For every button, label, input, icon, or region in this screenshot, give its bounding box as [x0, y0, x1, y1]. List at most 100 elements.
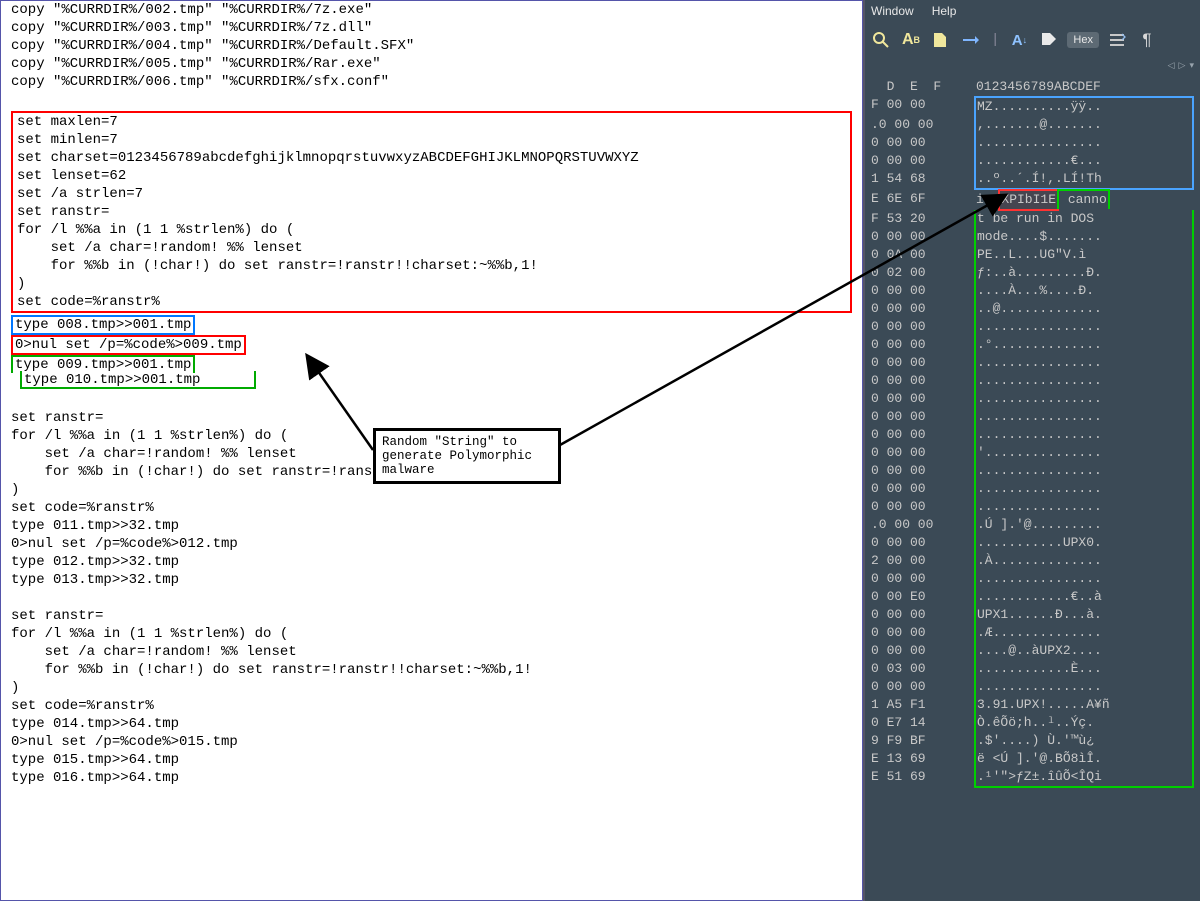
hex-row: 0 00 00............€... [865, 152, 1196, 170]
hex-ascii: ................ [970, 462, 1196, 480]
hex-row: 0 00 00....À...%....Ð. [865, 282, 1196, 300]
code-line: set lenset=62 [17, 167, 846, 185]
code-line: set code=%ranstr% [11, 499, 852, 517]
hex-row: 0 00 00..@............. [865, 300, 1196, 318]
hex-row: 0 03 00............È... [865, 660, 1196, 678]
tab-dropdown-icon[interactable]: ▾ [1189, 60, 1194, 71]
list-icon[interactable] [1105, 28, 1129, 52]
hex-bytes: 0 00 00 [865, 462, 970, 480]
hex-bytes: 0 00 00 [865, 300, 970, 318]
hex-row: F 00 00MZ..........ÿÿ.. [865, 96, 1196, 116]
code-line: ) [11, 679, 852, 697]
hex-bytes: 0 00 00 [865, 134, 970, 152]
code-line: for /l %%a in (1 1 %strlen%) do ( [17, 221, 846, 239]
goto-icon[interactable] [959, 28, 983, 52]
hex-bytes: 1 54 68 [865, 170, 970, 190]
hex-row: 1 54 68..º..´.Í!,.LÍ!Th [865, 170, 1196, 190]
set-code-line: 0>nul set /p=%code%>009.tmp [11, 335, 246, 355]
hex-ascii: ................ [970, 498, 1196, 516]
hex-row: 0 00 00....@..àUPX2.... [865, 642, 1196, 660]
code-line: 0>nul set /p=%code%>015.tmp [11, 733, 852, 751]
hex-header: D E F 0123456789ABCDEF [865, 78, 1196, 96]
code-line: ) [17, 275, 846, 293]
hex-bytes: .0 00 00 [865, 516, 970, 534]
hex-bytes: .0 00 00 [865, 116, 970, 134]
hex-ascii: ............€... [970, 152, 1196, 170]
hex-ascii: ................ [970, 134, 1196, 152]
find-replace-icon[interactable]: AB [899, 28, 923, 52]
search-icon[interactable] [869, 28, 893, 52]
hex-bytes: E 13 69 [865, 750, 970, 768]
hex-content: D E F 0123456789ABCDEF F 00 00MZ........… [865, 72, 1200, 788]
hex-bytes: 0 00 00 [865, 228, 970, 246]
hex-bytes: 0 00 00 [865, 152, 970, 170]
hex-ascii: UPX1......Ð...à. [970, 606, 1196, 624]
hex-ascii: 3.91.UPX!.....A¥ñ [970, 696, 1196, 714]
hex-row: .0 00 00,.......@....... [865, 116, 1196, 134]
hex-bytes: 0 00 00 [865, 408, 970, 426]
hex-ascii: ....@..àUPX2.... [970, 642, 1196, 660]
type-010-line: type 010.tmp>>001.tmp [22, 372, 200, 388]
hex-row: 0 02 00ƒ:..à.........Ð. [865, 264, 1196, 282]
code-line: set maxlen=7 [17, 113, 846, 131]
hex-ascii: .Æ.............. [970, 624, 1196, 642]
tab-prev-icon[interactable]: ◁ [1168, 60, 1175, 71]
hex-bytes: 1 A5 F1 [865, 696, 970, 714]
tab-next-icon[interactable]: ▷ [1179, 60, 1186, 71]
hex-ascii: ................ [970, 408, 1196, 426]
hex-ascii: .°.............. [970, 336, 1196, 354]
separator: | [991, 32, 999, 48]
code-line: type 014.tmp>>64.tmp [11, 715, 852, 733]
hex-ascii: mode....$....... [970, 228, 1196, 246]
code-line: set code=%ranstr% [11, 697, 852, 715]
tab-nav: ◁ ▷ ▾ [865, 58, 1200, 72]
hex-ascii: ..@............. [970, 300, 1196, 318]
callout-line: generate Polymorphic [382, 449, 552, 463]
hex-row: 0 00 00.Æ.............. [865, 624, 1196, 642]
hex-ascii: ë <Ú ].'@.BÕ8ìÎ. [970, 750, 1196, 768]
hex-bytes: 0 00 E0 [865, 588, 970, 606]
hex-bytes: 0 00 00 [865, 642, 970, 660]
hex-ascii: .¹'">ƒZ±.îûÕ<ÎQi [970, 768, 1196, 788]
hex-ascii: ............€..à [970, 588, 1196, 606]
hex-row: 0 00 E0............€..à [865, 588, 1196, 606]
code-line: set minlen=7 [17, 131, 846, 149]
hex-row: 0 00 00mode....$....... [865, 228, 1196, 246]
menu-window[interactable]: Window [871, 4, 914, 18]
hex-row: 0 00 00................ [865, 480, 1196, 498]
bookmark-icon[interactable] [929, 28, 953, 52]
code-line: copy "%CURRDIR%/005.tmp" "%CURRDIR%/Rar.… [11, 55, 852, 73]
pilcrow-icon[interactable]: ¶ [1135, 28, 1159, 52]
code-line: set code=%ranstr% [17, 293, 846, 311]
green-box-bottom: type 010.tmp>>001.tmp [20, 371, 256, 389]
hex-ascii: ................ [970, 426, 1196, 444]
hex-bytes: 0 00 00 [865, 336, 970, 354]
hex-ascii: ,.......@....... [970, 116, 1196, 134]
code-line: set ranstr= [11, 409, 852, 427]
hex-ascii: ................ [970, 390, 1196, 408]
highlight-a-icon[interactable]: A↓ [1007, 28, 1031, 52]
hex-mode-button[interactable]: Hex [1067, 32, 1099, 48]
code-line: copy "%CURRDIR%/003.tmp" "%CURRDIR%/7z.d… [11, 19, 852, 37]
hex-bytes: 0 02 00 [865, 264, 970, 282]
code-line: type 016.tmp>>64.tmp [11, 769, 852, 787]
hex-row: E 13 69ë <Ú ].'@.BÕ8ìÎ. [865, 750, 1196, 768]
code-line: type 013.tmp>>32.tmp [11, 571, 852, 589]
hex-ascii: ..º..´.Í!,.LÍ!Th [970, 170, 1196, 190]
code-line: for %%b in (!char!) do set ranstr=!ranst… [11, 661, 852, 679]
code-line: type 015.tmp>>64.tmp [11, 751, 852, 769]
hex-row: 0 00 00................ [865, 498, 1196, 516]
hex-ascii: '............... [970, 444, 1196, 462]
hex-ascii: PE..L...UG"V.ì [970, 246, 1196, 264]
hex-ascii: ....À...%....Ð. [970, 282, 1196, 300]
tag-icon[interactable] [1037, 28, 1061, 52]
code-line: 0>nul set /p=%code%>012.tmp [11, 535, 852, 553]
menu-help[interactable]: Help [932, 4, 957, 18]
hex-ascii: Ò.êÕö;h..ˡ..Ýç. [970, 714, 1196, 732]
hex-row: 0 00 00................ [865, 390, 1196, 408]
random-string-value: XPIbI1E [998, 189, 1059, 211]
blank-line [11, 91, 852, 109]
hex-bytes: 0 00 00 [865, 282, 970, 300]
code-line: set /a char=!random! %% lenset [17, 239, 846, 257]
code-line: for /l %%a in (1 1 %strlen%) do ( [11, 625, 852, 643]
